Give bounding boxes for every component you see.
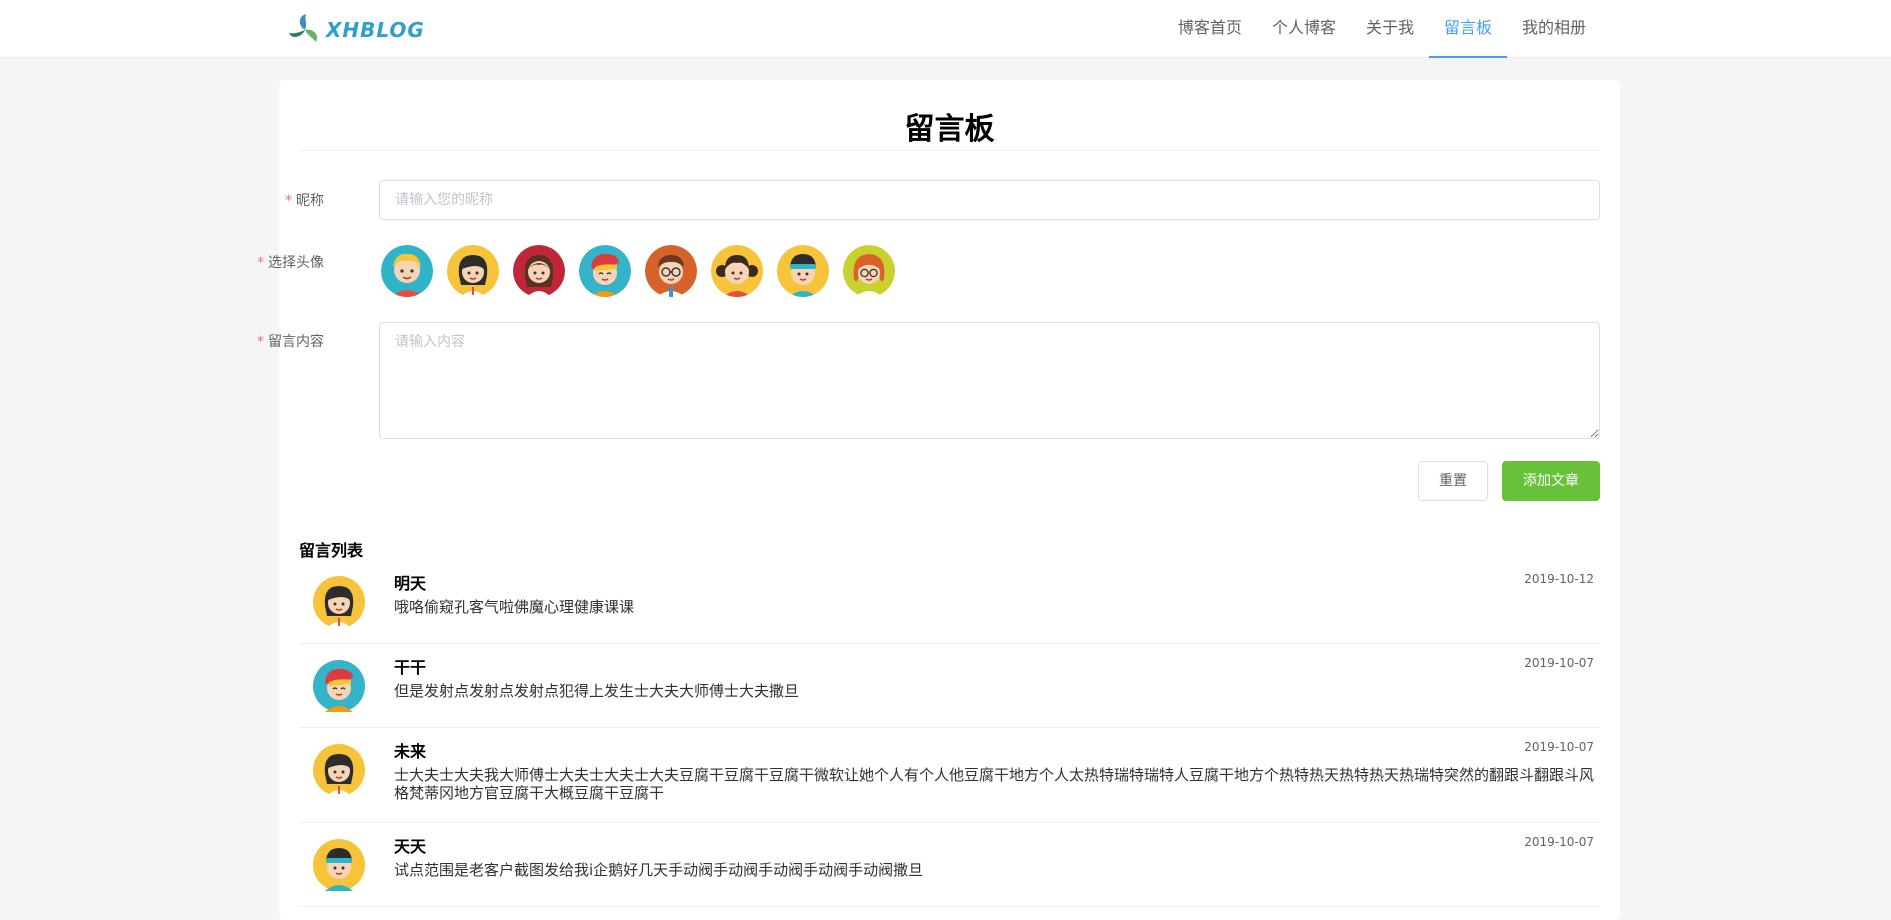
message-author: 未来 (394, 742, 427, 761)
message-item: 干干 2019-10-07 但是发射点发射点发射点犯得上发生士大夫大师傅士大夫撒… (299, 644, 1600, 728)
nav-blog-home[interactable]: 博客首页 (1163, 0, 1257, 58)
message-text: 试点范围是老客户截图发给我i企鹅好几天手动阀手动阀手动阀手动阀手动阀撒旦 (394, 861, 924, 879)
headband-boy-avatar (313, 839, 365, 891)
message-text: 但是发射点发射点发射点犯得上发生士大夫大师傅士大夫撒旦 (394, 682, 800, 700)
message-date: 2019-10-12 (1524, 572, 1594, 586)
site-logo[interactable]: XHBLOG (286, 12, 425, 48)
message-author: 天天 (394, 837, 427, 856)
message-date: 2019-10-07 (1524, 740, 1594, 754)
nav-message-board[interactable]: 留言板 (1428, 0, 1507, 58)
required-mark: * (285, 193, 292, 209)
required-mark: * (257, 334, 264, 350)
brown-hair-girl-avatar[interactable] (513, 245, 565, 297)
required-mark: * (257, 255, 264, 271)
message-item: 未来 2019-10-07 士大夫士大夫我大师傅士大夫士大夫士大夫豆腐干豆腐干豆… (299, 728, 1600, 823)
blond-boy-avatar[interactable] (381, 245, 433, 297)
red-hat-boy-avatar[interactable] (579, 245, 631, 297)
black-hair-girl-avatar[interactable] (447, 245, 499, 297)
nickname-input[interactable] (379, 180, 1600, 220)
nav-about-me[interactable]: 关于我 (1351, 0, 1429, 58)
pigtail-girl-avatar[interactable] (711, 245, 763, 297)
avatar-picker (381, 245, 909, 297)
pinwheel-logo-icon (289, 14, 318, 42)
nav-personal-blog[interactable]: 个人博客 (1257, 0, 1351, 58)
red-hat-boy-avatar (313, 660, 365, 712)
nickname-label: * 昵称 (285, 193, 324, 209)
content-label: * 留言内容 (257, 334, 324, 350)
redhead-glasses-woman-avatar[interactable] (843, 245, 895, 297)
message-content-textarea[interactable] (379, 322, 1600, 439)
message-text: 哦咯偷窥孔客气啦佛魔心理健康课课 (394, 598, 635, 616)
title-divider (299, 150, 1600, 151)
black-hair-girl-avatar (313, 744, 365, 796)
headband-boy-avatar[interactable] (777, 245, 829, 297)
message-item: 天天 2019-10-07 试点范围是老客户截图发给我i企鹅好几天手动阀手动阀手… (299, 823, 1600, 907)
add-article-button[interactable]: 添加文章 (1502, 461, 1600, 501)
message-item: 明天 2019-10-12 哦咯偷窥孔客气啦佛魔心理健康课课 (299, 560, 1600, 644)
message-author: 干干 (394, 658, 427, 677)
avatar-label: * 选择头像 (257, 255, 324, 271)
nav-my-album[interactable]: 我的相册 (1507, 0, 1601, 58)
black-hair-girl-avatar (313, 576, 365, 628)
message-date: 2019-10-07 (1524, 656, 1594, 670)
message-text: 士大夫士大夫我大师傅士大夫士大夫士大夫豆腐干豆腐干豆腐干微软让她个人有个人他豆腐… (394, 766, 1595, 802)
message-date: 2019-10-07 (1524, 835, 1594, 849)
message-author: 明天 (394, 574, 427, 593)
logo-text: XHBLOG (326, 18, 425, 42)
glasses-man-avatar[interactable] (645, 245, 697, 297)
top-navbar: XHBLOG 博客首页 个人博客 关于我 留言板 我的相册 (0, 0, 1891, 58)
reset-button[interactable]: 重置 (1418, 461, 1488, 501)
main-nav: 博客首页 个人博客 关于我 留言板 我的相册 (1163, 0, 1601, 58)
message-board-card: 留言板 *昵称 *选择头像 (257, 80, 1620, 920)
page-title: 留言板 (904, 112, 995, 147)
message-list-title: 留言列表 (299, 541, 364, 560)
